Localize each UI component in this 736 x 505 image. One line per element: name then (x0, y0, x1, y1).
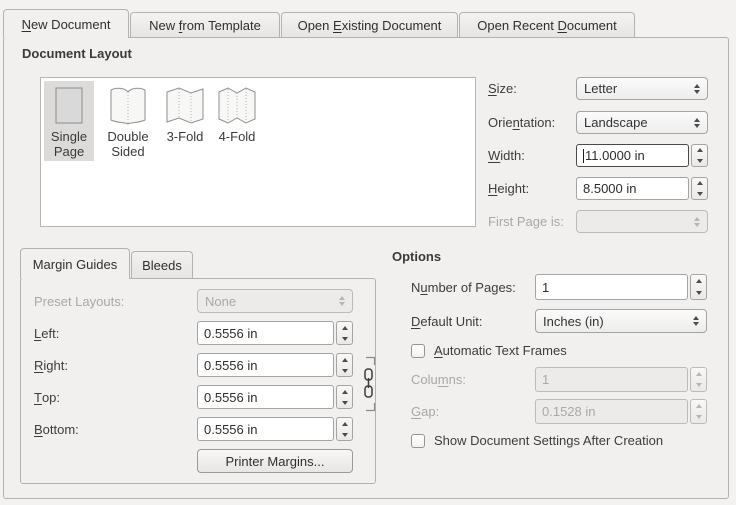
number-of-pages-label: Number of Pages: (411, 274, 516, 300)
gap-input: 0.1528 in (535, 399, 707, 424)
document-layout-title: Document Layout (22, 46, 132, 61)
tab-label: Open Existing Document (298, 18, 442, 33)
tab-label: Open Recent Document (477, 18, 616, 33)
show-document-settings-label: Show Document Settings After Creation (434, 433, 663, 448)
layout-item-4-fold[interactable]: 4-Fold (212, 81, 262, 146)
layout-item-3-fold[interactable]: 3-Fold (162, 81, 208, 146)
options-title: Options (392, 249, 441, 264)
tab-new-document[interactable]: New Document (3, 9, 129, 38)
tab-label: New Document (22, 17, 111, 32)
height-label: Height: (488, 177, 529, 200)
default-unit-value: Inches (in) (543, 314, 604, 329)
chain-link-icon (356, 354, 380, 414)
layout-item-double-sided[interactable]: Double Sided (98, 81, 158, 161)
first-page-label: First Page is: (488, 210, 564, 233)
combo-arrows-icon (693, 316, 699, 326)
width-spin-buttons[interactable] (691, 144, 708, 167)
gap-spin-buttons (690, 399, 707, 424)
layout-item-label: 4-Fold (219, 129, 256, 144)
height-input[interactable]: 8.5000 in (576, 177, 708, 200)
printer-margins-label: Printer Margins... (226, 454, 325, 469)
margin-bottom-spin-buttons[interactable] (336, 417, 353, 441)
number-of-pages-value: 1 (542, 280, 549, 295)
preset-layouts-label: Preset Layouts: (34, 289, 124, 313)
margin-left-label: Left: (34, 321, 59, 345)
gap-label: Gap: (411, 399, 439, 424)
tab-label: Bleeds (142, 258, 182, 273)
tab-open-recent-document[interactable]: Open Recent Document (459, 12, 635, 37)
columns-spin-buttons (690, 367, 707, 392)
new-document-panel: Document Layout Single Page Double Sided (3, 37, 729, 499)
height-value: 8.5000 in (583, 181, 637, 196)
margin-right-value: 0.5556 in (204, 358, 258, 373)
margin-left-input[interactable]: 0.5556 in (197, 321, 353, 345)
orientation-select[interactable]: Landscape (576, 111, 708, 134)
gap-value: 0.1528 in (542, 404, 596, 419)
four-fold-icon (216, 83, 258, 129)
tab-margin-guides[interactable]: Margin Guides (20, 248, 130, 279)
layout-item-label: 3-Fold (167, 129, 204, 144)
number-of-pages-input[interactable]: 1 (535, 274, 707, 300)
margin-top-input[interactable]: 0.5556 in (197, 385, 353, 409)
first-page-select (576, 210, 708, 233)
columns-input: 1 (535, 367, 707, 392)
margin-top-value: 0.5556 in (204, 390, 258, 405)
margin-bottom-label: Bottom: (34, 417, 79, 441)
default-unit-label: Default Unit: (411, 309, 483, 333)
number-of-pages-spin-buttons[interactable] (690, 274, 707, 300)
height-spin-buttons[interactable] (691, 177, 708, 200)
size-select[interactable]: Letter (576, 77, 708, 100)
size-label: Size: (488, 77, 517, 100)
double-sided-icon (107, 83, 149, 129)
show-document-settings-checkbox-row: Show Document Settings After Creation (411, 432, 663, 449)
margin-bottom-input[interactable]: 0.5556 in (197, 417, 353, 441)
margin-right-spin-buttons[interactable] (336, 353, 353, 377)
tab-label: Margin Guides (33, 257, 118, 272)
margin-left-spin-buttons[interactable] (336, 321, 353, 345)
text-cursor (583, 149, 584, 163)
layout-item-label: Single Page (45, 129, 93, 159)
automatic-text-frames-checkbox-row: Automatic Text Frames (411, 342, 567, 359)
tab-bleeds[interactable]: Bleeds (131, 251, 193, 278)
link-margins-toggle[interactable] (356, 354, 380, 414)
tab-label: New from Template (149, 18, 261, 33)
size-value: Letter (584, 81, 617, 96)
margin-right-input[interactable]: 0.5556 in (197, 353, 353, 377)
combo-arrows-icon (339, 296, 345, 306)
layout-item-single-page[interactable]: Single Page (44, 81, 94, 161)
width-label: Width: (488, 144, 525, 167)
tab-open-existing-document[interactable]: Open Existing Document (281, 12, 458, 37)
width-value: 11.0000 in (585, 148, 645, 163)
columns-label: Columns: (411, 367, 466, 392)
default-unit-select[interactable]: Inches (in) (535, 309, 707, 333)
orientation-value: Landscape (584, 115, 648, 130)
margin-bottom-value: 0.5556 in (204, 422, 258, 437)
tab-new-from-template[interactable]: New from Template (130, 12, 280, 37)
margin-left-value: 0.5556 in (204, 326, 258, 341)
orientation-label: Orientation: (488, 111, 555, 134)
columns-value: 1 (542, 372, 549, 387)
three-fold-icon (164, 83, 206, 129)
preset-layouts-value: None (205, 294, 236, 309)
layout-item-label: Double Sided (99, 129, 157, 159)
automatic-text-frames-checkbox[interactable] (411, 344, 425, 358)
preset-layouts-select: None (197, 289, 353, 313)
width-input[interactable]: 11.0000 in (576, 144, 708, 167)
margin-top-spin-buttons[interactable] (336, 385, 353, 409)
document-layout-list: Single Page Double Sided 3-Fold (40, 77, 476, 227)
single-page-icon (53, 83, 85, 129)
combo-arrows-icon (694, 84, 700, 94)
combo-arrows-icon (694, 118, 700, 128)
combo-arrows-icon (694, 217, 700, 227)
margin-right-label: Right: (34, 353, 68, 377)
printer-margins-button[interactable]: Printer Margins... (197, 449, 353, 473)
automatic-text-frames-label: Automatic Text Frames (434, 343, 567, 358)
margin-top-label: Top: (34, 385, 60, 409)
show-document-settings-checkbox[interactable] (411, 434, 425, 448)
